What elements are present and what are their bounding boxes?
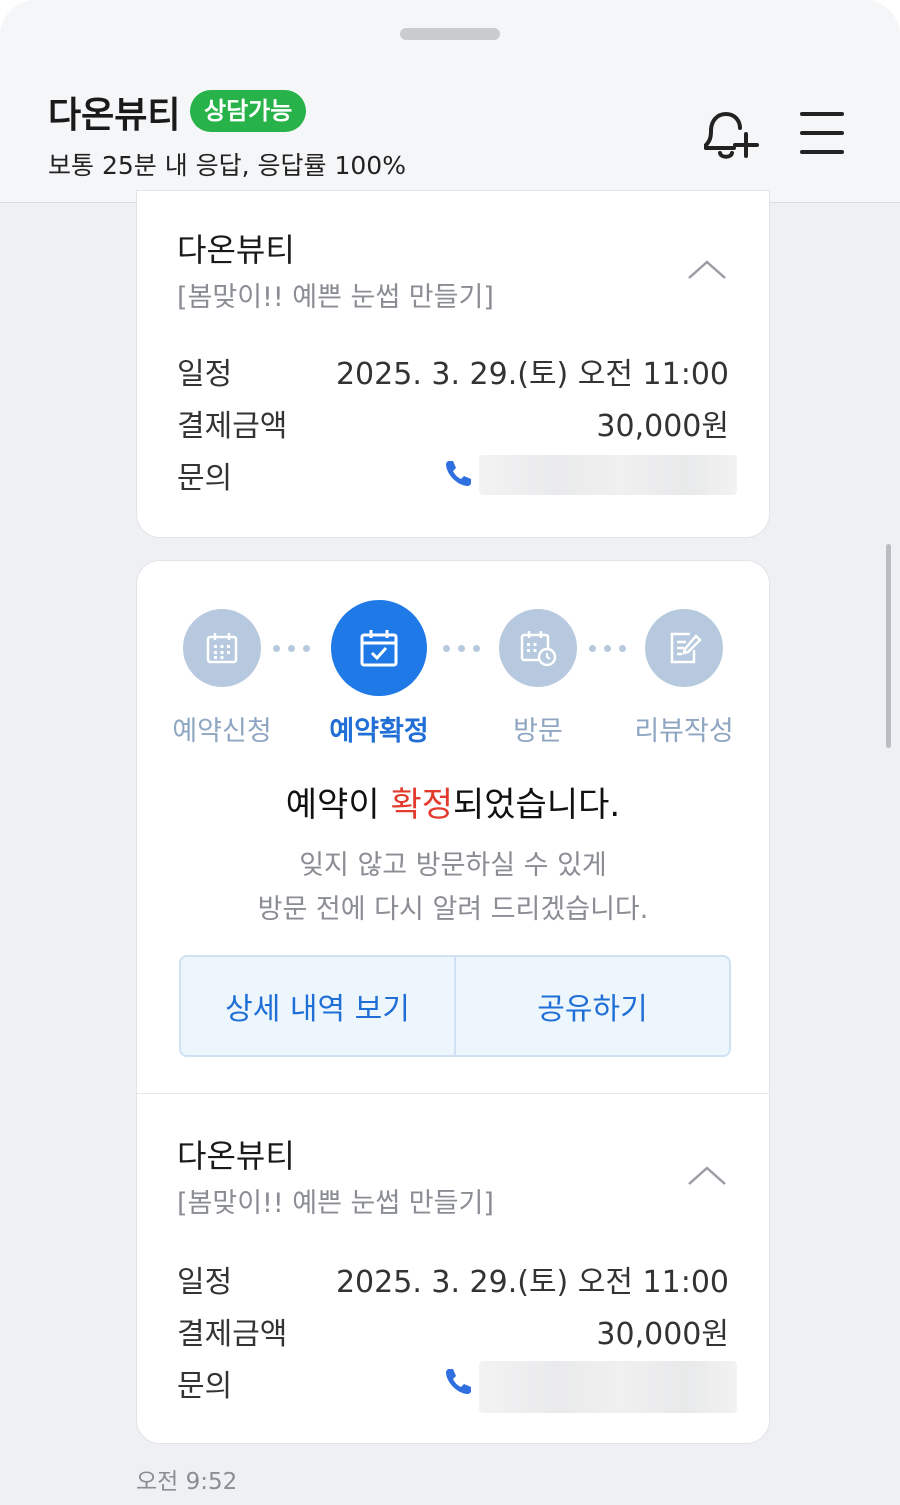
calendar-check-icon	[360, 630, 398, 667]
confirmation-message-line2: 방문 전에 다시 알려 드리겠습니다.	[257, 894, 649, 925]
schedule-label: 일정	[177, 357, 233, 392]
blurred-phone-number[interactable]	[479, 1361, 737, 1413]
card-title: 다온뷰티	[177, 1137, 295, 1175]
sheet-grabber[interactable]	[400, 28, 500, 40]
scrollbar[interactable]	[886, 544, 891, 748]
message-timestamp: 오전 9:52	[136, 1469, 238, 1495]
confirmation-title: 예약이 확정되었습니다.	[137, 777, 769, 826]
calendar-clock-icon	[520, 631, 557, 667]
calendar-icon	[206, 633, 238, 664]
step-connector	[589, 645, 626, 652]
menu-icon-bar	[800, 150, 844, 154]
step-confirmed	[331, 600, 427, 696]
payment-label: 결제금액	[177, 409, 288, 444]
confirmation-title-highlight: 확정	[390, 785, 453, 825]
menu-button[interactable]	[800, 110, 846, 156]
confirmation-title-prefix: 예약이	[285, 785, 391, 825]
add-notification-button[interactable]	[694, 104, 762, 164]
menu-icon	[800, 112, 844, 116]
schedule-value: 2025. 3. 29.(토) 오전 11:00	[335, 1265, 729, 1300]
view-details-button[interactable]: 상세 내역 보기	[181, 957, 454, 1055]
chat-header: 다온뷰티 상담가능 보통 25분 내 응답, 응답률 100%	[0, 0, 900, 203]
menu-icon-bar	[800, 131, 844, 135]
reservation-confirmed-card: 예약신청 예약확정 방문 리뷰작성 예약이 확정되었습니다. 잊지 않고 방문하…	[136, 560, 770, 1444]
confirmation-message-line1: 잊지 않고 방문하실 수 있게	[299, 850, 607, 881]
step-review	[645, 609, 723, 687]
card-subtitle: [봄맞이!! 예쁜 눈썹 만들기]	[177, 1188, 494, 1219]
booking-card: 다온뷰티 [봄맞이!! 예쁜 눈썹 만들기] 일정 2025. 3. 29.(토…	[136, 190, 770, 538]
step-request	[183, 609, 261, 687]
chevron-up-icon[interactable]	[685, 1163, 729, 1187]
chevron-up-icon[interactable]	[685, 257, 729, 281]
phone-icon[interactable]	[443, 1365, 475, 1397]
confirmation-title-suffix: 되었습니다.	[453, 785, 621, 825]
step-label-request: 예약신청	[172, 716, 272, 747]
chat-sheet: 다온뷰티 상담가능 보통 25분 내 응답, 응답률 100% 다온뷰티 [봄맞…	[0, 0, 900, 1505]
payment-value: 30,000원	[596, 1317, 729, 1352]
response-info: 보통 25분 내 응답, 응답률 100%	[48, 151, 406, 180]
step-label-confirmed: 예약확정	[329, 716, 429, 747]
action-button-group: 상세 내역 보기 공유하기	[179, 955, 731, 1057]
card-subtitle: [봄맞이!! 예쁜 눈썹 만들기]	[177, 282, 494, 313]
card-title: 다온뷰티	[177, 231, 295, 269]
payment-value: 30,000원	[596, 409, 729, 444]
step-label-review: 리뷰작성	[634, 716, 734, 747]
step-connector	[443, 645, 480, 652]
blurred-phone-number[interactable]	[479, 455, 737, 495]
bell-plus-icon	[704, 111, 759, 159]
phone-icon[interactable]	[443, 457, 475, 489]
edit-note-icon	[670, 632, 702, 664]
schedule-label: 일정	[177, 1265, 233, 1300]
step-label-visit: 방문	[513, 716, 563, 747]
share-button[interactable]: 공유하기	[456, 957, 729, 1055]
contact-label: 문의	[177, 461, 233, 496]
step-visit	[499, 609, 577, 687]
shop-name: 다온뷰티	[48, 95, 181, 136]
step-connector	[273, 645, 310, 652]
schedule-value: 2025. 3. 29.(토) 오전 11:00	[335, 357, 729, 392]
card-divider	[137, 1093, 769, 1094]
payment-label: 결제금액	[177, 1317, 288, 1352]
contact-label: 문의	[177, 1369, 233, 1404]
status-badge: 상담가능	[190, 90, 307, 132]
